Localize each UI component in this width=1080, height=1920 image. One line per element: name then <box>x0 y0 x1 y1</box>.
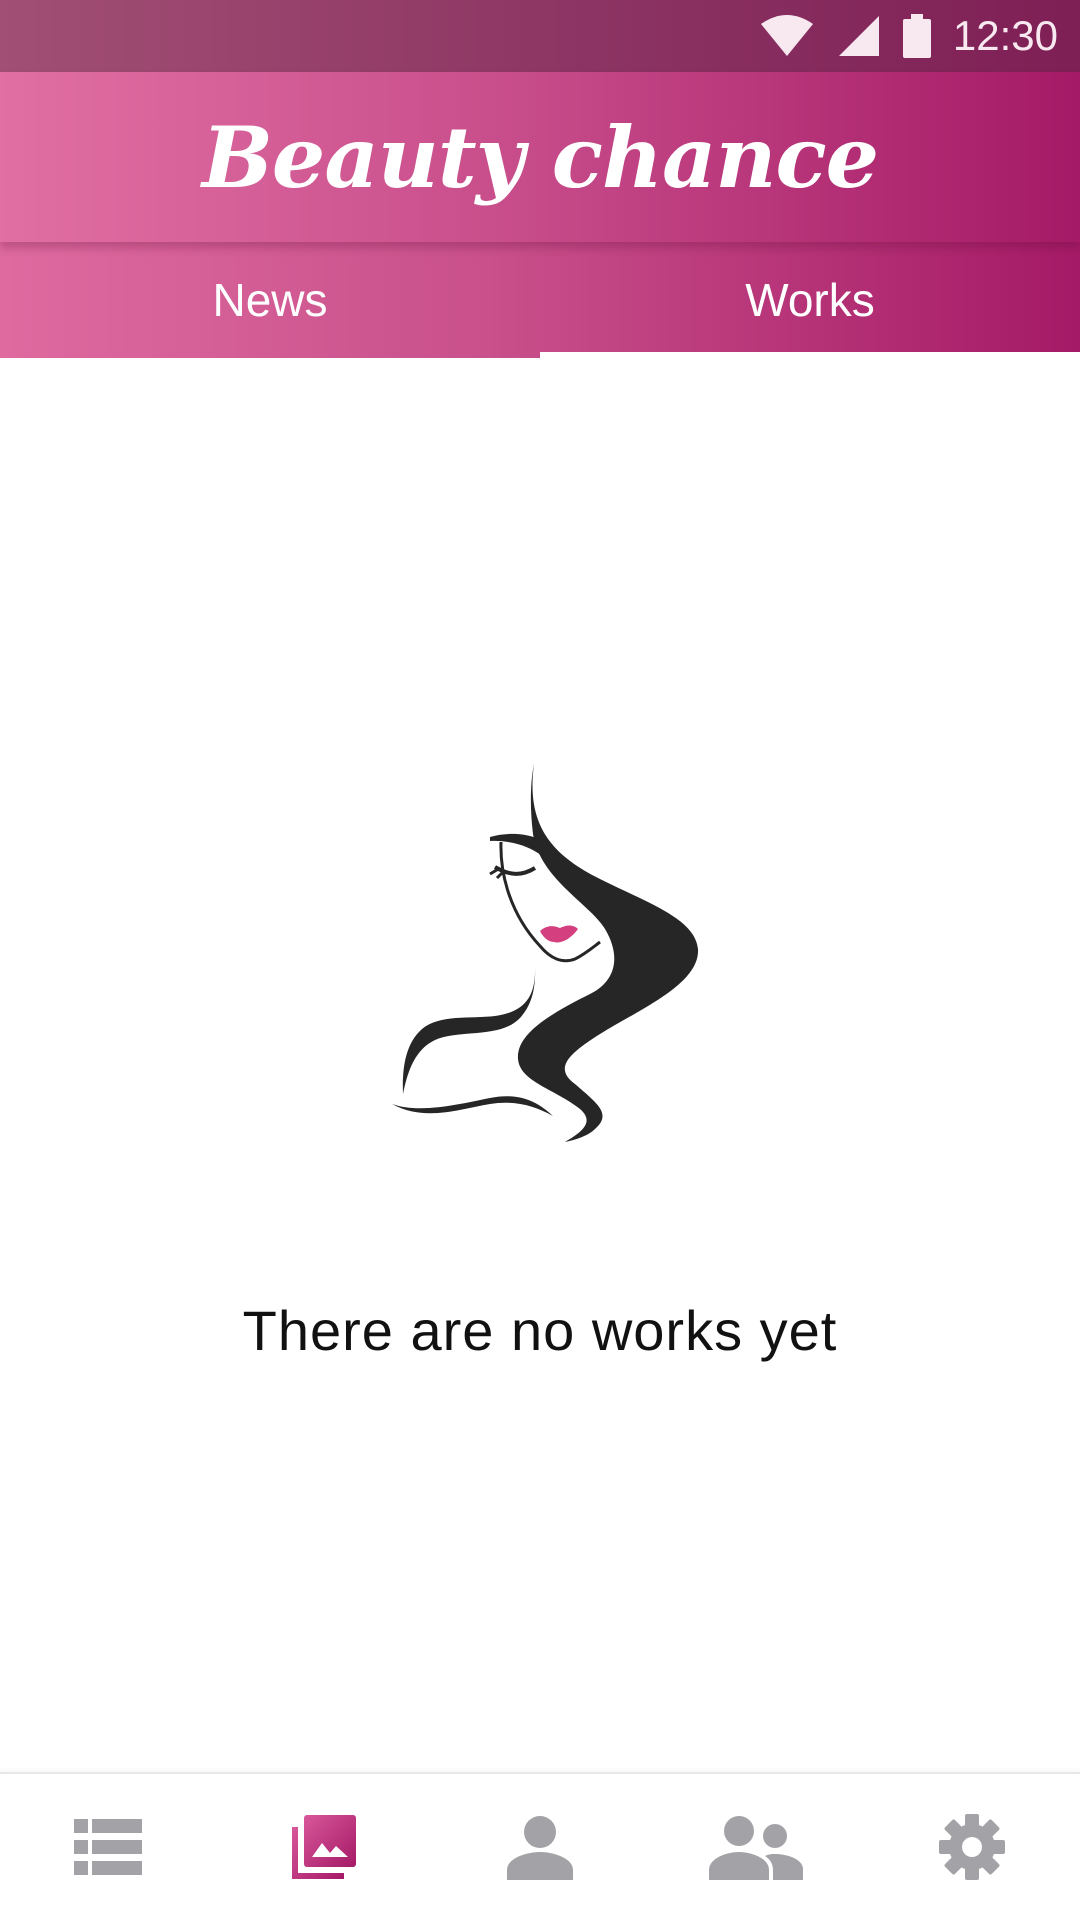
tab-news[interactable]: News <box>0 242 540 358</box>
tab-bar: News Works <box>0 242 1080 358</box>
nav-item-settings[interactable] <box>912 1787 1032 1907</box>
shoulder-shape <box>402 967 536 1094</box>
bottom-sweep-shape <box>392 1096 553 1116</box>
status-bar: 12:30 <box>0 0 1080 72</box>
nav-item-profile[interactable] <box>480 1787 600 1907</box>
settings-gear-icon <box>939 1814 1005 1880</box>
gallery-icon <box>292 1815 356 1879</box>
app-title: Beauty chance <box>201 107 879 207</box>
app-bar: Beauty chance <box>0 72 1080 242</box>
nav-item-list[interactable] <box>48 1787 168 1907</box>
tab-news-label: News <box>212 274 328 326</box>
tab-works[interactable]: Works <box>540 242 1080 358</box>
tab-selected-indicator <box>540 352 1080 358</box>
bottom-navigation <box>0 1772 1080 1920</box>
empty-state-message: There are no works yet <box>242 1299 838 1362</box>
wifi-icon <box>760 15 813 56</box>
lips-shape <box>540 925 578 943</box>
woman-face-logo <box>392 764 699 1142</box>
battery-icon <box>902 14 931 58</box>
nav-item-clients[interactable] <box>696 1787 816 1907</box>
person-icon <box>507 1816 573 1880</box>
tab-works-label: Works <box>745 274 875 326</box>
cellular-signal-icon <box>838 16 879 56</box>
list-icon <box>74 1819 142 1875</box>
nav-item-gallery[interactable] <box>264 1787 384 1907</box>
people-icon <box>709 1816 803 1880</box>
screen: 12:30 Beauty chance News Works There are… <box>0 0 1080 1920</box>
status-time: 12:30 <box>952 12 1058 59</box>
works-empty-state: There are no works yet <box>0 358 1080 1774</box>
